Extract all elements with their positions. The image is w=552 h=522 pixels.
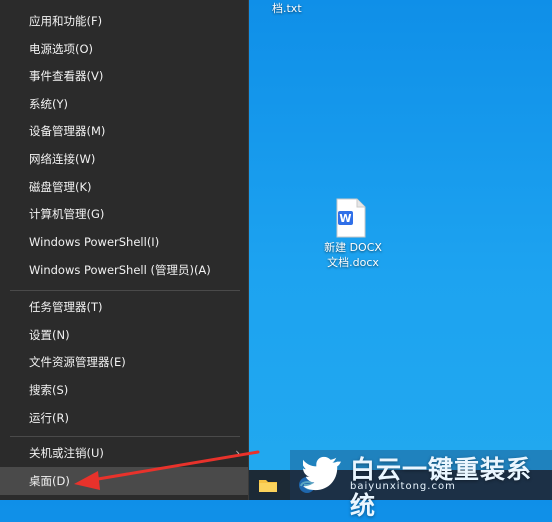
- menu-item-device-manager[interactable]: 设备管理器(M): [0, 118, 248, 145]
- menu-item-apps-features[interactable]: 应用和功能(F): [0, 8, 248, 35]
- winx-context-menu: 应用和功能(F) 电源选项(O) 事件查看器(V) 系统(Y) 设备管理器(M)…: [0, 0, 249, 500]
- menu-item-network-connections[interactable]: 网络连接(W): [0, 146, 248, 173]
- chevron-right-icon: ›: [235, 446, 240, 460]
- menu-item-computer-management[interactable]: 计算机管理(G): [0, 201, 248, 228]
- menu-item-search[interactable]: 搜索(S): [0, 377, 248, 404]
- desktop-file-label-top[interactable]: 档.txt: [272, 0, 302, 16]
- shutdown-label: 关机或注销(U): [29, 446, 104, 460]
- menu-item-system[interactable]: 系统(Y): [0, 91, 248, 118]
- menu-item-desktop[interactable]: 桌面(D): [0, 467, 248, 495]
- doc-label-line1: 新建 DOCX: [324, 241, 382, 254]
- doc-label-line2: 文档.docx: [327, 256, 379, 269]
- watermark-url: baiyunxitong.com: [350, 481, 456, 492]
- menu-item-disk-management[interactable]: 磁盘管理(K): [0, 174, 248, 201]
- desktop-file-label[interactable]: 新建 DOCX 文档.docx: [318, 240, 388, 270]
- menu-item-shutdown[interactable]: 关机或注销(U) ›: [0, 440, 248, 467]
- menu-item-settings[interactable]: 设置(N): [0, 322, 248, 349]
- menu-item-event-viewer[interactable]: 事件查看器(V): [0, 63, 248, 90]
- menu-item-power-options[interactable]: 电源选项(O): [0, 36, 248, 63]
- menu-item-powershell[interactable]: Windows PowerShell(I): [0, 229, 248, 256]
- menu-item-powershell-admin[interactable]: Windows PowerShell (管理员)(A): [0, 257, 248, 284]
- menu-separator: [10, 436, 240, 437]
- twitter-bird-icon: [303, 456, 342, 491]
- menu-item-task-manager[interactable]: 任务管理器(T): [0, 294, 248, 321]
- menu-item-run[interactable]: 运行(R): [0, 405, 248, 432]
- menu-item-file-explorer[interactable]: 文件资源管理器(E): [0, 349, 248, 376]
- doc-icon[interactable]: W: [335, 198, 367, 238]
- folder-icon[interactable]: [258, 475, 278, 495]
- svg-text:W: W: [339, 212, 351, 225]
- menu-separator: [10, 290, 240, 291]
